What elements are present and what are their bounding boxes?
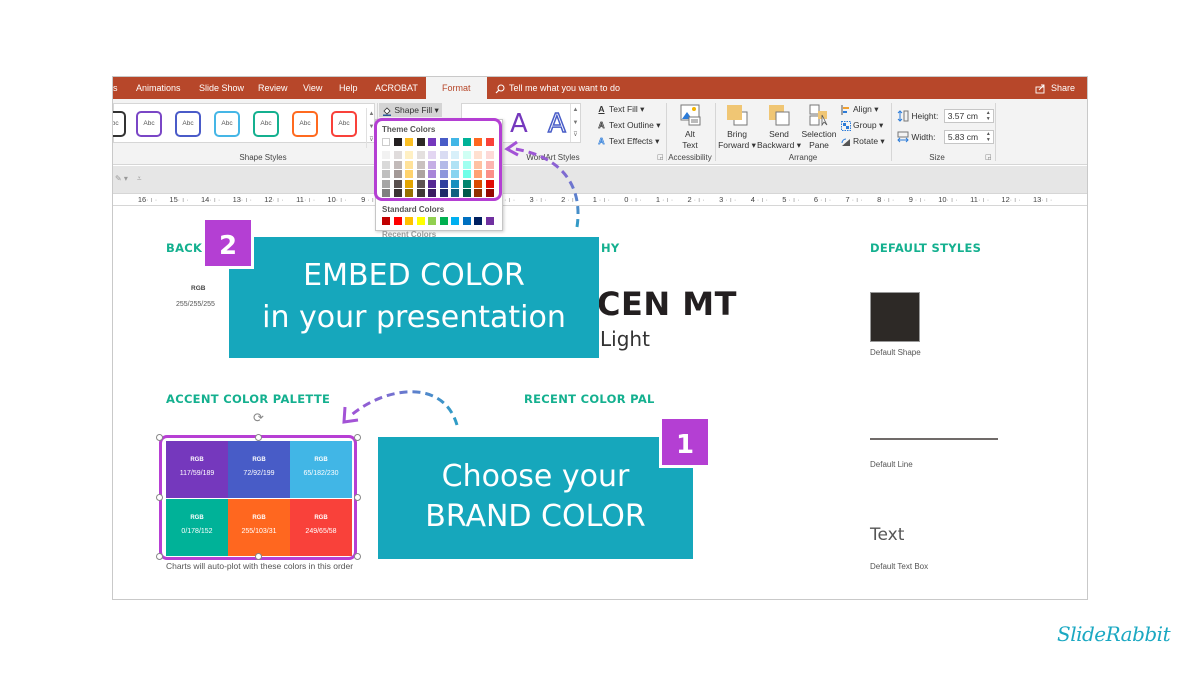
- arrow-to-accent-palette: [348, 390, 459, 426]
- stage: s Animations Slide Show Review View Help…: [0, 0, 1200, 675]
- arrow-to-theme-colors: [514, 147, 580, 228]
- powerpoint-window: s Animations Slide Show Review View Help…: [112, 76, 1088, 600]
- arrows-overlay: [342, 140, 580, 426]
- arrow-head-icon: [342, 406, 359, 424]
- sliderabbit-logo: SlideRabbit: [1057, 622, 1171, 646]
